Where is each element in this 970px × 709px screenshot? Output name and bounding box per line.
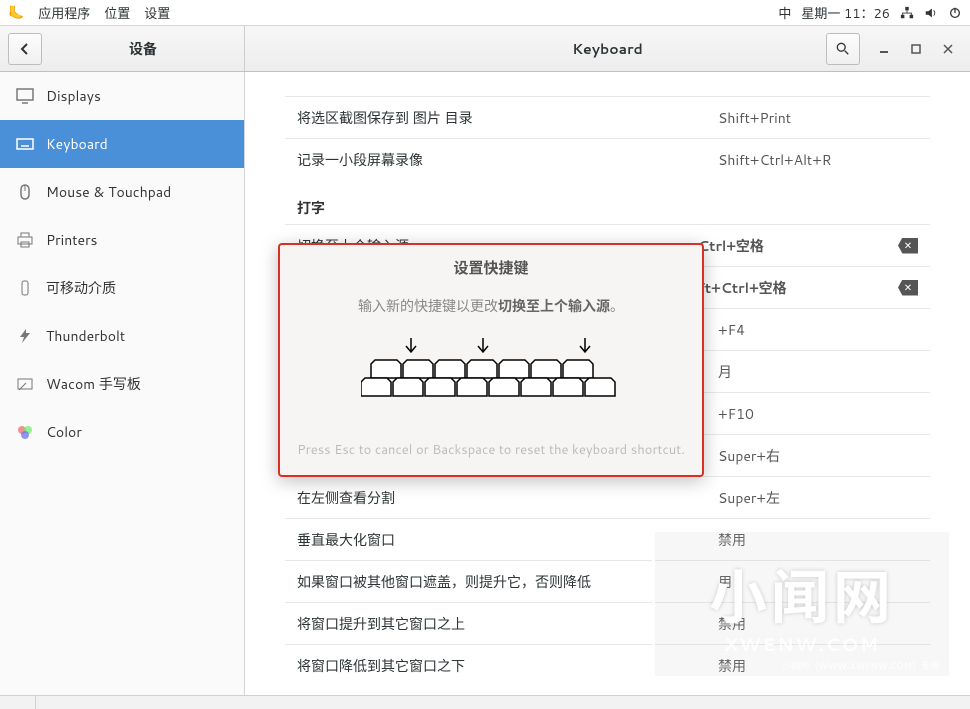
keyboard-graphic [361,330,621,415]
taskbar-item[interactable] [0,696,36,709]
set-shortcut-dialog: 设置快捷键 输入新的快捷键以更改切换至上个输入源。 [278,243,704,477]
modal-overlay: 设置快捷键 输入新的快捷键以更改切换至上个输入源。 [0,0,970,709]
dialog-hint: Press Esc to cancel or Backspace to rese… [297,441,685,475]
dialog-subtitle: 输入新的快捷键以更改切换至上个输入源。 [358,296,624,316]
dialog-title: 设置快捷键 [453,245,528,296]
bottom-taskbar [0,695,970,709]
